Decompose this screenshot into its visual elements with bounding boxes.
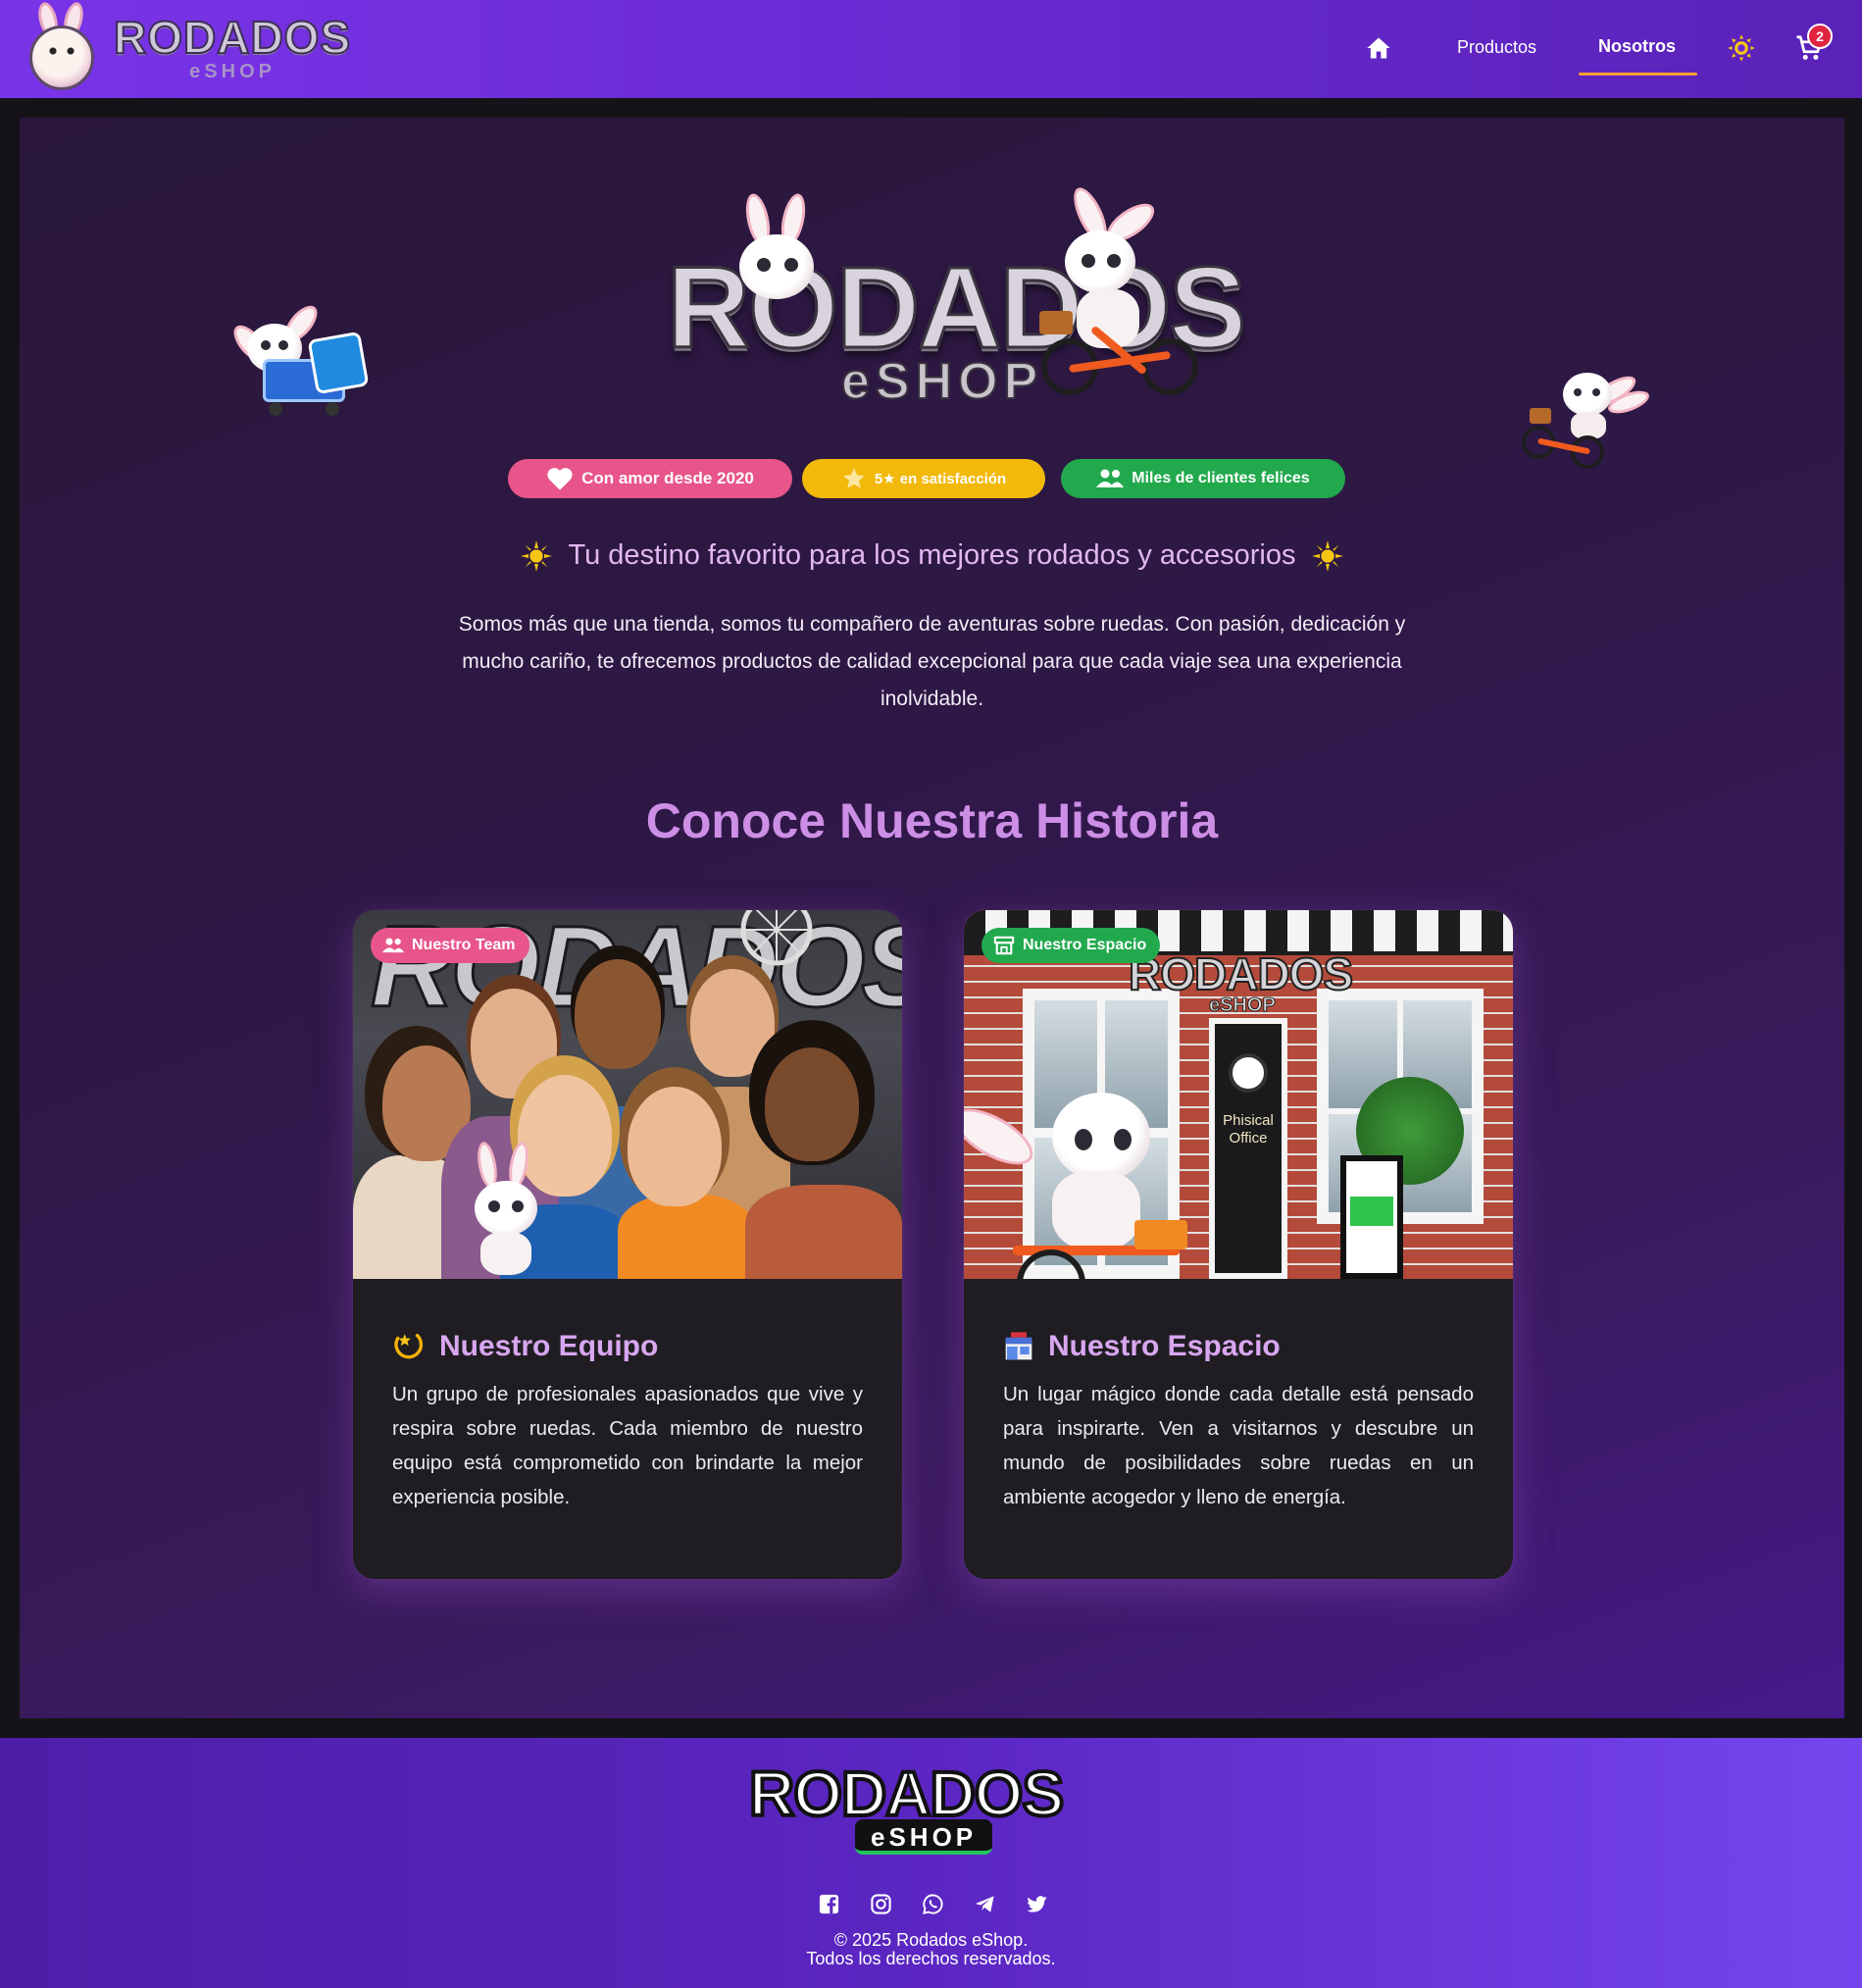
- badge-label: Miles de clientes felices: [1132, 470, 1310, 486]
- team-card-tag: Nuestro Team: [371, 928, 529, 963]
- brand-title: RODADOS: [113, 12, 352, 63]
- team-card-tag-label: Nuestro Team: [412, 937, 516, 953]
- brand-subtitle: eSHOP: [189, 61, 276, 82]
- bunny-mascot-icon: [733, 191, 822, 329]
- team-card-body: Un grupo de profesionales apasionados qu…: [392, 1383, 863, 1508]
- team-card-title-text: Nuestro Equipo: [439, 1330, 659, 1362]
- tagline-text: Tu destino favorito para los mejores rod…: [568, 539, 1296, 571]
- copyright-line-2: Todos los derechos reservados.: [806, 1949, 1056, 1968]
- space-card: Phisical Office RODADOS eSHOP Nuestro Es…: [964, 910, 1513, 1579]
- space-card-tag: Nuestro Espacio: [981, 928, 1161, 963]
- bunny-bike-icon: [1039, 182, 1206, 411]
- bunny-mascot-icon: [25, 0, 96, 94]
- door-text: Phisical Office: [1223, 1112, 1274, 1147]
- site-footer: RODADOS eSHOP © 2025 Rodados eShop. Todo…: [0, 1738, 1862, 1988]
- people-icon: [1096, 469, 1125, 487]
- active-nav-indicator: [1579, 73, 1697, 76]
- instagram-icon[interactable]: [870, 1893, 892, 1915]
- space-card-tag-label: Nuestro Espacio: [1023, 937, 1147, 953]
- store-sign: RODADOS: [1128, 947, 1354, 1000]
- sun-theme-icon[interactable]: [1727, 33, 1756, 63]
- cart-count-badge: 2: [1807, 24, 1833, 49]
- badge-love-since: Con amor desde 2020: [508, 459, 792, 498]
- footer-logo-subtitle: eSHOP: [855, 1819, 993, 1855]
- whatsapp-icon[interactable]: [922, 1893, 944, 1915]
- hero-logo: RODADOS eSHOP: [647, 182, 1248, 417]
- footer-logo[interactable]: RODADOS eSHOP: [747, 1759, 1092, 1861]
- store-sign-sub: eSHOP: [1209, 994, 1277, 1017]
- space-card-title: Nuestro Espacio: [1003, 1330, 1281, 1363]
- team-card: RODADOS: [353, 910, 902, 1579]
- store-icon: [993, 936, 1015, 955]
- badge-satisfaction: 5★ en satisfacción: [802, 459, 1045, 498]
- star-icon: [842, 468, 865, 488]
- people-icon: [382, 938, 404, 953]
- hero-badges: Con amor desde 2020 5★ en satisfacción M…: [508, 459, 1390, 498]
- store-photo: Phisical Office RODADOS eSHOP Nuestro Es…: [964, 910, 1513, 1279]
- twitter-icon[interactable]: [1026, 1893, 1048, 1915]
- team-card-title: Nuestro Equipo: [392, 1330, 658, 1363]
- copyright: © 2025 Rodados eShop. Todos los derechos…: [0, 1931, 1862, 1968]
- store-door: Phisical Office: [1209, 1018, 1287, 1279]
- badge-label: Con amor desde 2020: [581, 469, 754, 487]
- telegram-icon[interactable]: [974, 1893, 996, 1915]
- badge-label: 5★ en satisfacción: [874, 471, 1007, 487]
- nav-link-nosotros[interactable]: Nosotros: [1598, 36, 1676, 57]
- space-card-title-text: Nuestro Espacio: [1048, 1330, 1281, 1362]
- store-kiosk: [1340, 1155, 1403, 1279]
- bunny-bike-sticker: [1520, 363, 1652, 471]
- convenience-store-icon: [1005, 1332, 1032, 1360]
- hero-intro-text: Somos más que una tienda, somos tu compa…: [458, 613, 1406, 710]
- footer-logo-title: RODADOS: [747, 1759, 1066, 1829]
- social-links: [818, 1893, 1048, 1915]
- team-photo: RODADOS: [353, 910, 902, 1279]
- hero-tagline: Tu destino favorito para los mejores rod…: [20, 539, 1844, 573]
- hero-logo-subtitle: eSHOP: [840, 353, 1044, 410]
- sparkle-sun-icon: [521, 540, 553, 573]
- facebook-icon[interactable]: [818, 1893, 840, 1915]
- home-icon[interactable]: [1363, 34, 1394, 62]
- space-card-body: Un lugar mágico donde cada detalle está …: [1003, 1383, 1474, 1508]
- copyright-line-1: © 2025 Rodados eShop.: [833, 1930, 1029, 1950]
- sparkle-sun-icon: [1311, 540, 1343, 573]
- dizzy-star-icon: [394, 1333, 424, 1359]
- about-page-main: RODADOS eSHOP Con amor desde 2020 5★ en …: [20, 118, 1844, 1718]
- badge-happy-clients: Miles de clientes felices: [1061, 459, 1345, 498]
- nav-link-productos[interactable]: Productos: [1457, 37, 1536, 58]
- top-navbar: RODADOS eSHOP Productos Nosotros 2: [0, 0, 1862, 98]
- heart-icon: [547, 468, 573, 490]
- brand-logo[interactable]: RODADOS eSHOP: [25, 0, 352, 94]
- history-section-title: Conoce Nuestra Historia: [645, 793, 1219, 848]
- bunny-cart-sticker: [227, 300, 371, 420]
